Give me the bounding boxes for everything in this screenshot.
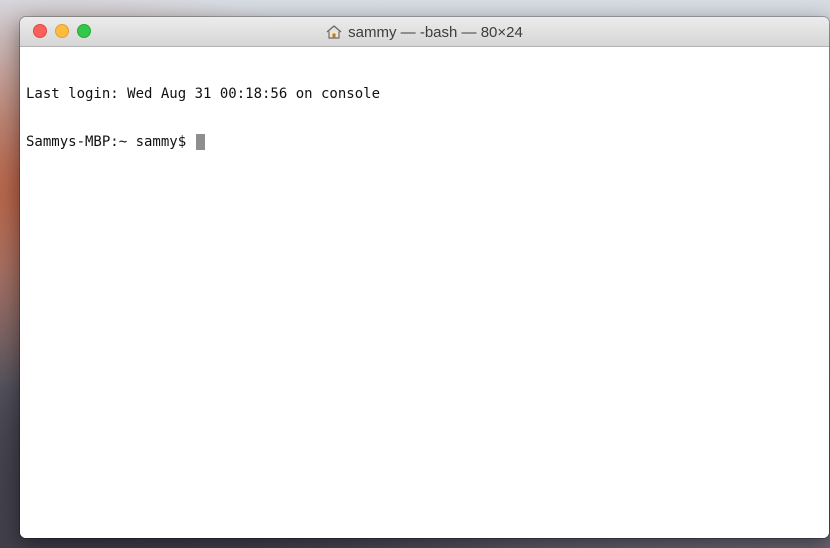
terminal-window[interactable]: sammy — -bash — 80×24 Last login: Wed Au… — [20, 17, 829, 538]
prompt-line: Sammys-MBP:~ sammy$ — [26, 134, 829, 150]
home-icon — [326, 25, 342, 39]
text-cursor — [195, 134, 205, 150]
shell-prompt: Sammys-MBP:~ sammy$ — [26, 134, 195, 150]
desktop-background: sammy — -bash — 80×24 Last login: Wed Au… — [0, 0, 830, 548]
window-title: sammy — -bash — 80×24 — [20, 17, 829, 47]
title-bar[interactable]: sammy — -bash — 80×24 — [20, 17, 829, 47]
window-title-text: sammy — -bash — 80×24 — [348, 23, 523, 41]
last-login-line: Last login: Wed Aug 31 00:18:56 on conso… — [26, 86, 381, 102]
terminal-content[interactable]: Last login: Wed Aug 31 00:18:56 on conso… — [20, 47, 829, 538]
